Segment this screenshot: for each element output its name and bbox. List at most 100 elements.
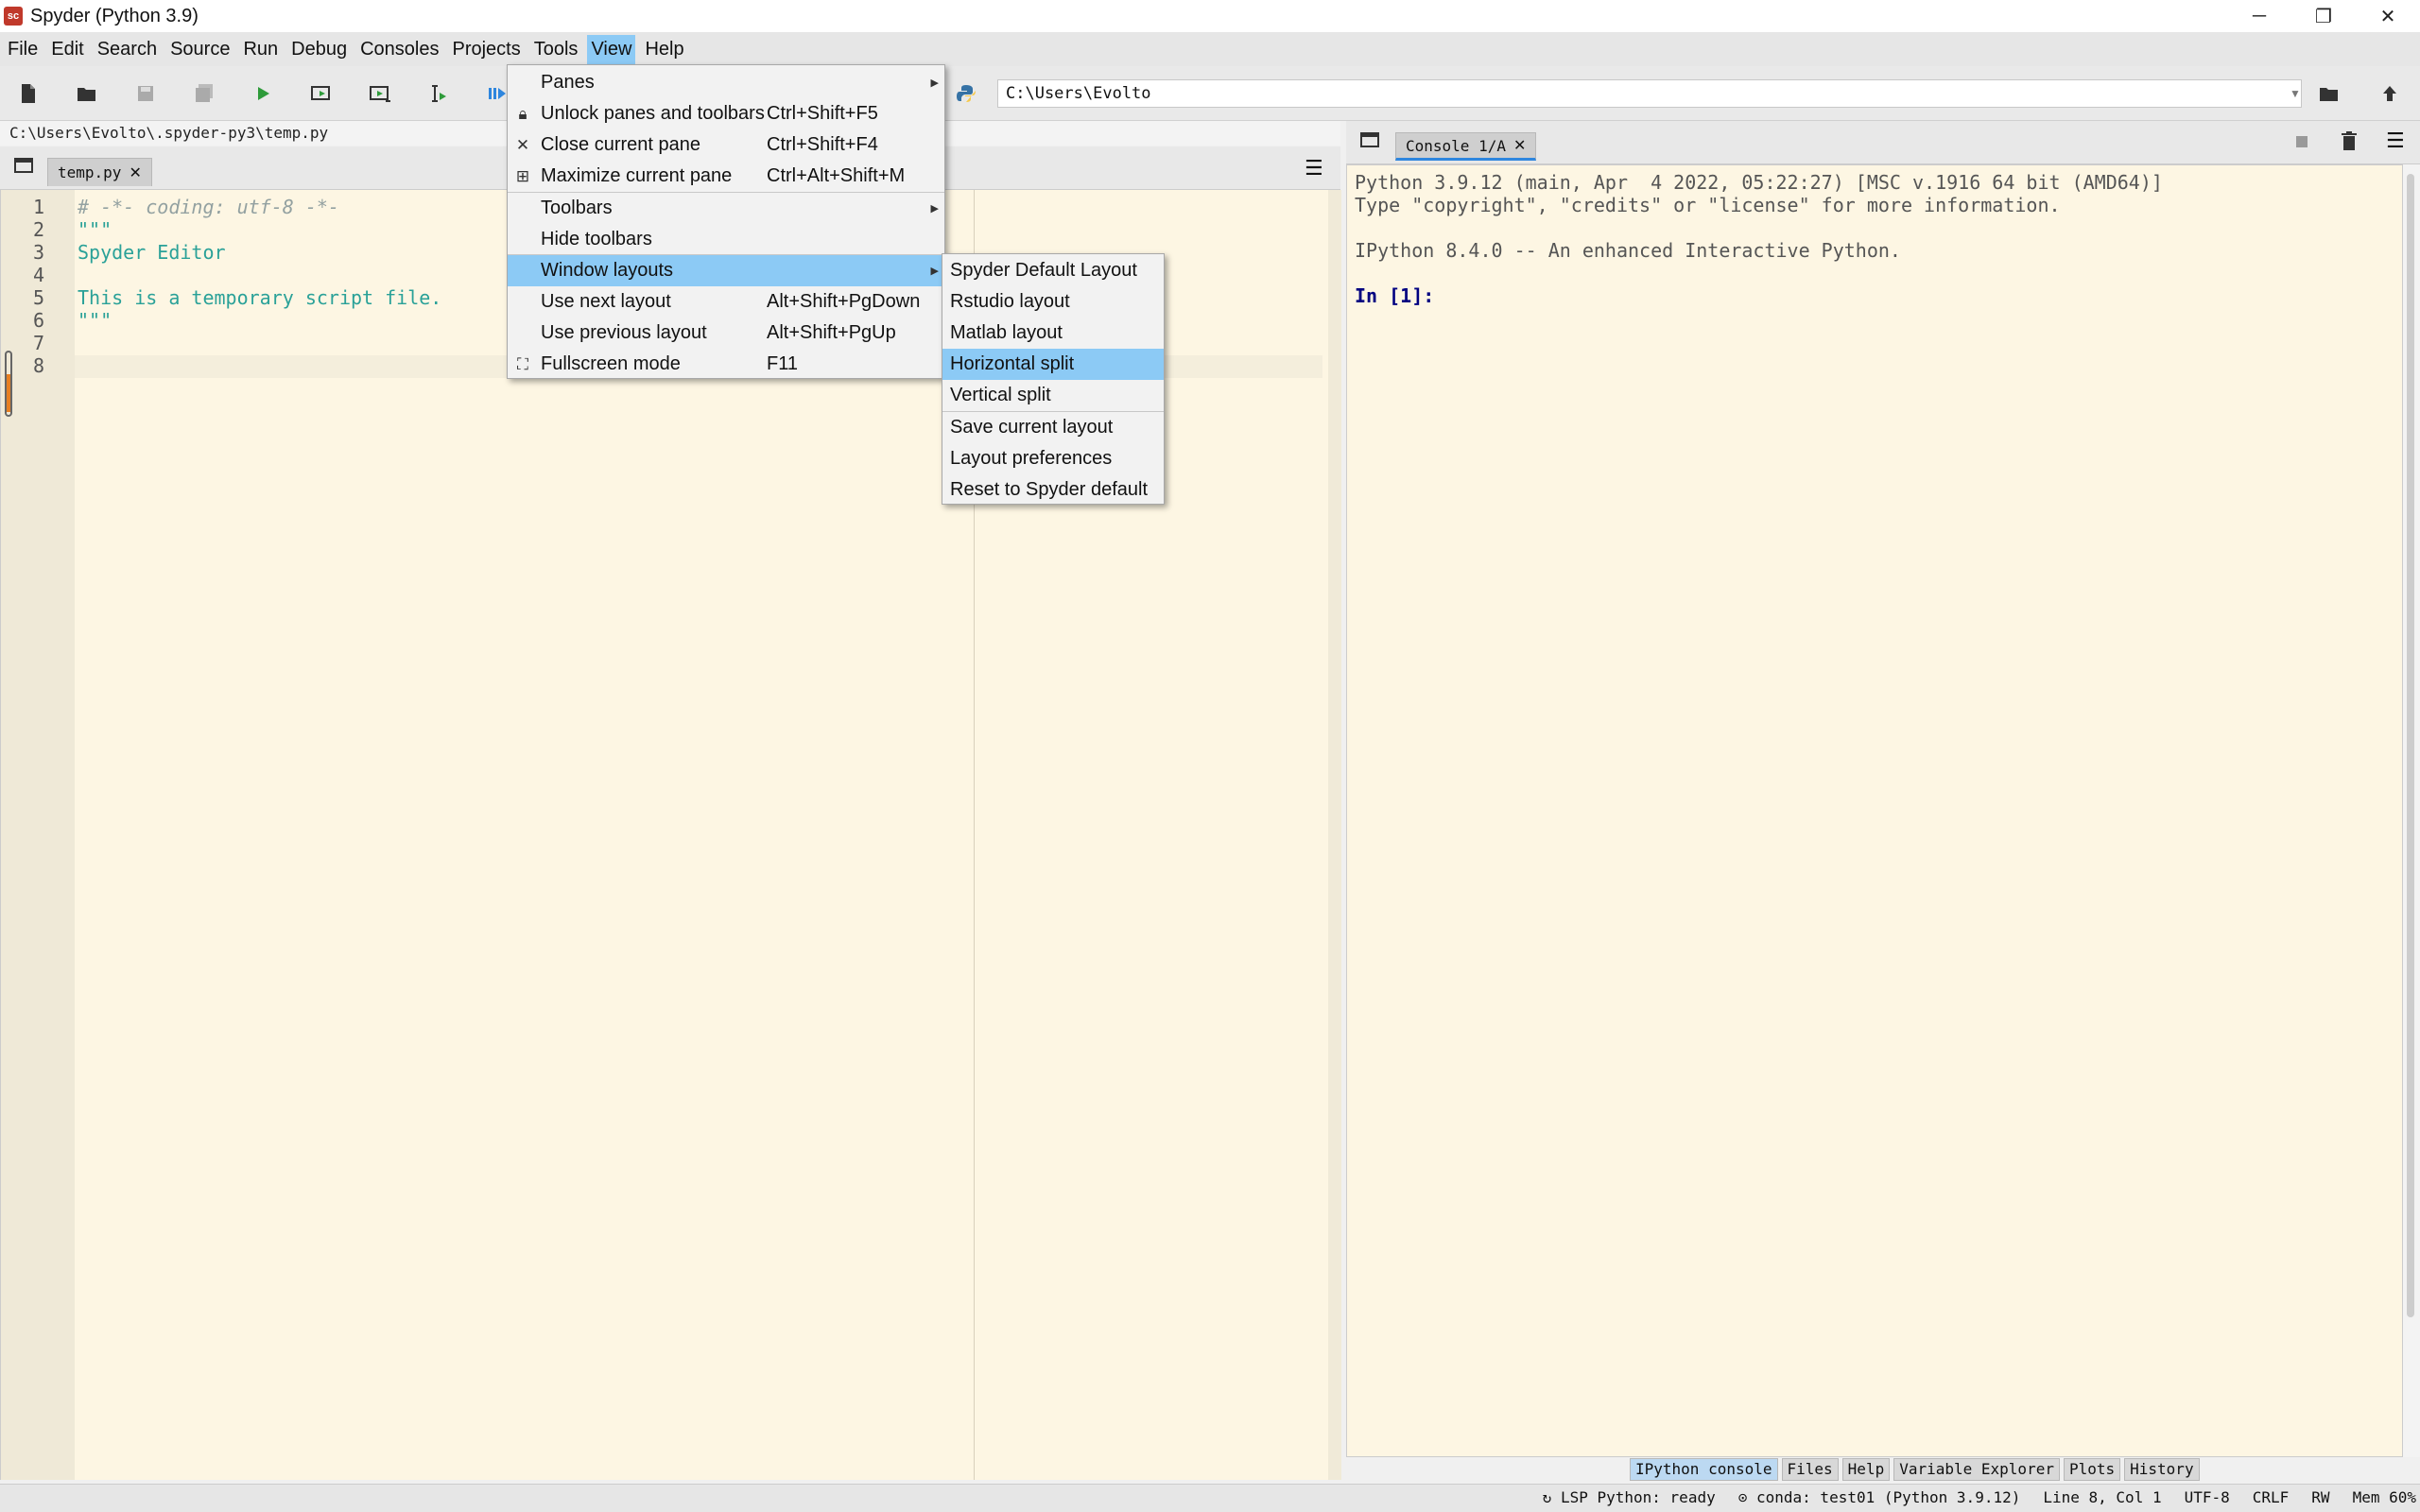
tab-ipython-console[interactable]: IPython console [1630, 1458, 1778, 1481]
close-window-button[interactable]: ✕ [2356, 0, 2420, 32]
submenu-arrow-icon: ▶ [930, 77, 939, 89]
editor-tab-temp-py[interactable]: temp.py ✕ [47, 158, 152, 186]
lock-icon: 🔒︎ [518, 104, 527, 123]
close-icon[interactable]: ✕ [129, 163, 141, 182]
line-number: 4 [32, 264, 44, 286]
console-output-line: Python 3.9.12 (main, Apr 4 2022, 05:22:2… [1355, 171, 2163, 194]
python-path-icon[interactable] [951, 78, 981, 109]
menu-tools[interactable]: Tools [530, 35, 582, 64]
menu-item-vertical-split[interactable]: Vertical split [942, 380, 1164, 411]
run-selection-icon[interactable] [424, 78, 454, 109]
submenu-arrow-icon: ▶ [930, 266, 939, 277]
fullscreen-icon: ⛶ [517, 354, 528, 373]
save-all-icon[interactable] [189, 78, 219, 109]
status-lsp: ↻ LSP Python: ready [1542, 1488, 1716, 1506]
menu-bar: File Edit Search Source Run Debug Consol… [0, 32, 2420, 66]
menu-edit[interactable]: Edit [47, 35, 87, 64]
title-bar: sc Spyder (Python 3.9) ─ ❐ ✕ [0, 0, 2420, 32]
status-memory: Mem 60% [2352, 1488, 2416, 1506]
chevron-down-icon[interactable]: ▼ [2288, 79, 2303, 108]
menu-item-unlock-panes[interactable]: 🔒︎ Unlock panes and toolbars Ctrl+Shift+… [508, 98, 944, 129]
console-prompt: In [1]: [1355, 284, 1435, 307]
ipython-console[interactable]: Python 3.9.12 (main, Apr 4 2022, 05:22:2… [1346, 164, 2403, 1457]
menu-item-panes[interactable]: Panes ▶ [508, 67, 944, 98]
menu-help[interactable]: Help [641, 35, 687, 64]
menu-item-spyder-default-layout[interactable]: Spyder Default Layout [942, 255, 1164, 286]
window-layouts-submenu: Spyder Default Layout Rstudio layout Mat… [942, 253, 1165, 505]
browse-tabs-icon[interactable] [13, 156, 34, 180]
menu-source[interactable]: Source [166, 35, 233, 64]
console-output-line: IPython 8.4.0 -- An enhanced Interactive… [1355, 239, 1901, 262]
console-tab-label: Console 1/A [1406, 136, 1506, 155]
editor-scrollbar[interactable] [1328, 190, 1341, 1480]
console-tab[interactable]: Console 1/A ✕ [1395, 132, 1537, 161]
run-file-icon[interactable] [248, 78, 278, 109]
tab-plots[interactable]: Plots [2063, 1458, 2121, 1481]
save-file-icon[interactable] [130, 78, 161, 109]
trash-icon[interactable] [2341, 130, 2358, 157]
menu-file[interactable]: File [4, 35, 42, 64]
tab-variable-explorer[interactable]: Variable Explorer [1893, 1458, 2060, 1481]
status-encoding: UTF-8 [2184, 1488, 2230, 1506]
close-icon: ✕ [515, 135, 530, 154]
status-permissions: RW [2311, 1488, 2330, 1506]
restore-button[interactable]: ❐ [2291, 0, 2356, 32]
editor-tab-label: temp.py [58, 163, 122, 181]
run-cell-icon[interactable] [306, 78, 337, 109]
run-cell-advance-icon[interactable] [365, 78, 395, 109]
menu-item-matlab-layout[interactable]: Matlab layout [942, 318, 1164, 349]
line-number: 7 [32, 332, 44, 354]
status-eol: CRLF [2252, 1488, 2290, 1506]
console-scrollbar[interactable] [2403, 164, 2420, 1457]
conda-icon: ⊙ [1737, 1488, 1748, 1506]
menu-item-maximize-pane[interactable]: ⊞ Maximize current pane Ctrl+Alt+Shift+M [508, 161, 944, 192]
line-number: 6 [32, 309, 44, 332]
menu-view[interactable]: View [587, 34, 636, 64]
code-line: """ [78, 309, 112, 332]
menu-item-layout-preferences[interactable]: Layout preferences [942, 443, 1164, 474]
minimize-button[interactable]: ─ [2227, 0, 2291, 32]
menu-item-next-layout[interactable]: Use next layout Alt+Shift+PgDown [508, 286, 944, 318]
tab-help[interactable]: Help [1841, 1458, 1891, 1481]
code-line: """ [78, 218, 112, 241]
parent-directory-icon[interactable] [2375, 78, 2405, 109]
scroll-flag-marker [7, 374, 10, 412]
tab-history[interactable]: History [2124, 1458, 2200, 1481]
menu-run[interactable]: Run [239, 35, 282, 64]
menu-item-toolbars[interactable]: Toolbars ▶ [508, 193, 944, 224]
menu-item-hide-toolbars[interactable]: Hide toolbars [508, 224, 944, 255]
menu-projects[interactable]: Projects [448, 35, 524, 64]
menu-item-close-pane[interactable]: ✕ Close current pane Ctrl+Shift+F4 [508, 129, 944, 161]
console-tab-bar: Console 1/A ✕ ☰ [1346, 121, 2420, 164]
menu-item-rstudio-layout[interactable]: Rstudio layout [942, 286, 1164, 318]
stop-icon[interactable] [2295, 132, 2310, 147]
menu-search[interactable]: Search [94, 35, 161, 64]
tab-files[interactable]: Files [1781, 1458, 1839, 1481]
maximize-icon: ⊞ [515, 166, 530, 185]
menu-item-save-current-layout[interactable]: Save current layout [942, 412, 1164, 443]
dock-tabs: IPython console Files Help Variable Expl… [1630, 1458, 2200, 1481]
working-directory-input[interactable]: C:\Users\Evolto [997, 79, 2302, 108]
status-conda: ⊙ conda: test01 (Python 3.9.12) [1737, 1488, 2021, 1506]
console-options-menu-icon[interactable]: ☰ [2386, 129, 2405, 153]
browse-folder-icon[interactable] [2314, 78, 2344, 109]
menu-debug[interactable]: Debug [287, 35, 351, 64]
close-icon[interactable]: ✕ [1513, 136, 1526, 155]
spyder-app-icon: sc [4, 7, 23, 26]
line-number: 1 [32, 196, 44, 218]
editor-options-menu-icon[interactable]: ☰ [1305, 156, 1323, 180]
code-line: This is a temporary script file. [78, 286, 442, 309]
open-file-icon[interactable] [72, 78, 102, 109]
status-bar: ↻ LSP Python: ready ⊙ conda: test01 (Pyt… [0, 1484, 2420, 1512]
menu-item-reset-layout[interactable]: Reset to Spyder default [942, 474, 1164, 506]
menu-consoles[interactable]: Consoles [356, 35, 442, 64]
scrollbar-thumb[interactable] [2407, 174, 2414, 1317]
menu-item-window-layouts[interactable]: Window layouts ▶ [508, 255, 944, 286]
new-file-icon[interactable] [13, 78, 43, 109]
menu-item-fullscreen[interactable]: ⛶ Fullscreen mode F11 [508, 349, 944, 380]
browse-tabs-icon[interactable] [1359, 130, 1380, 155]
menu-item-previous-layout[interactable]: Use previous layout Alt+Shift+PgUp [508, 318, 944, 349]
menu-item-horizontal-split[interactable]: Horizontal split [942, 349, 1164, 380]
view-menu-dropdown: Panes ▶ 🔒︎ Unlock panes and toolbars Ctr… [507, 64, 945, 379]
status-cursor-position: Line 8, Col 1 [2043, 1488, 2162, 1506]
